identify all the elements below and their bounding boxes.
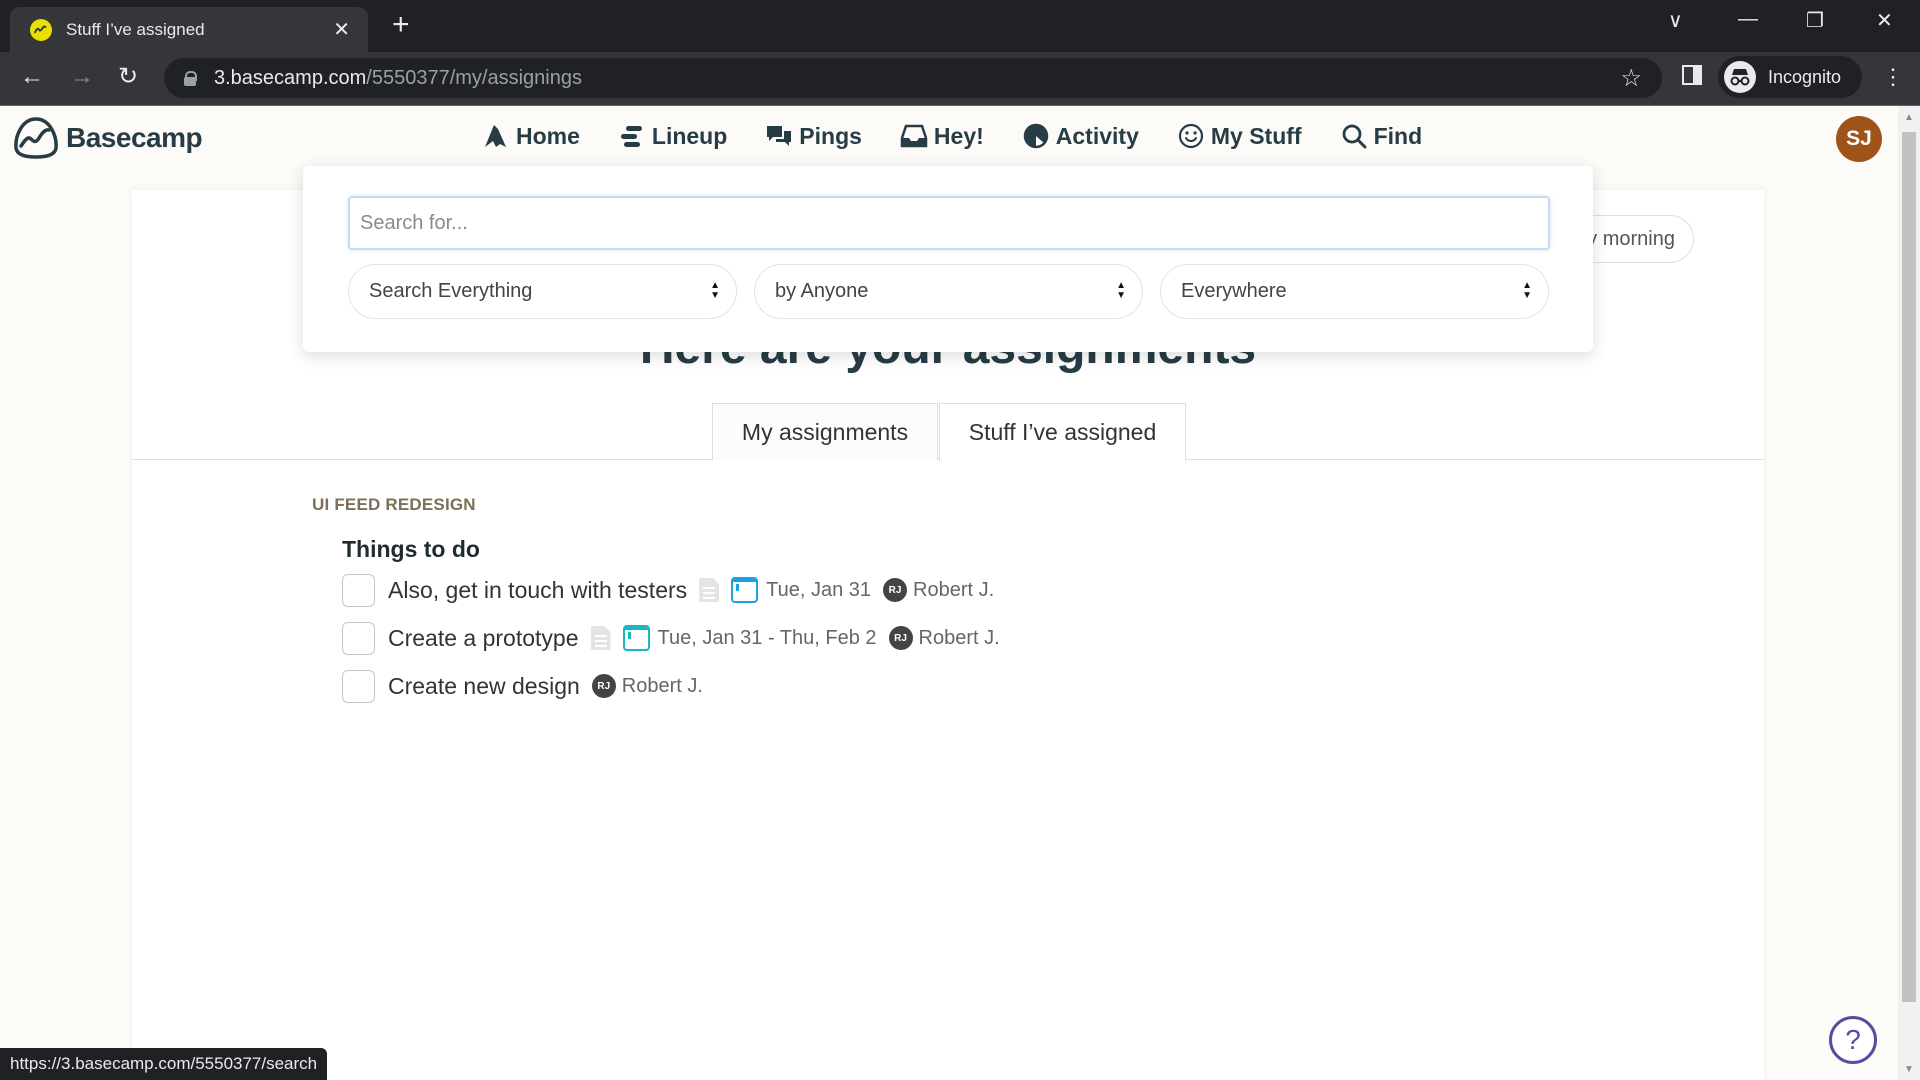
- tab-close-icon[interactable]: ✕: [333, 17, 350, 42]
- incognito-profile-button[interactable]: Incognito: [1718, 56, 1862, 98]
- todo-checkbox[interactable]: [342, 573, 375, 607]
- assignee-avatar: RJ: [883, 578, 908, 602]
- todolist-title[interactable]: Things to do: [342, 536, 480, 563]
- nav-find-label: Find: [1373, 122, 1423, 149]
- browser-tab-strip: Stuff I’ve assigned ✕ + ∨ — ❐ ✕: [0, 0, 1920, 52]
- due-date: Tue, Jan 31 - Thu, Feb 2: [657, 626, 877, 649]
- url-host: 3.basecamp.com: [214, 66, 367, 89]
- user-avatar[interactable]: SJ: [1836, 116, 1882, 162]
- basecamp-favicon-icon: [30, 18, 52, 41]
- incognito-icon: [1724, 61, 1756, 93]
- restore-button[interactable]: ❐: [1806, 8, 1824, 33]
- assignee-avatar: RJ: [591, 674, 616, 698]
- search-person-value: by Anyone: [775, 280, 869, 302]
- nav-hey[interactable]: Hey!: [900, 122, 984, 150]
- url-text: 3.basecamp.com/5550377/my/assignings: [214, 67, 582, 90]
- todo-item: Create a prototype Tue, Jan 31 - Thu, Fe…: [342, 618, 1000, 658]
- home-icon: [485, 125, 506, 147]
- logo-text: Basecamp: [66, 122, 203, 153]
- nav-my-stuff-label: My Stuff: [1210, 122, 1302, 149]
- search-location-select[interactable]: Everywhere ▲ ▼: [1160, 264, 1549, 319]
- search-type-select[interactable]: Search Everything ▲ ▼: [348, 264, 737, 319]
- nav-find[interactable]: Find: [1340, 122, 1423, 150]
- assignee-name: Robert J.: [913, 578, 995, 601]
- address-bar[interactable]: 3.basecamp.com/5550377/my/assignings ☆: [164, 58, 1662, 98]
- calendar-icon: [622, 625, 650, 651]
- minimize-button[interactable]: —: [1738, 8, 1758, 31]
- app-navigation: Basecamp Home Lineup Pings Hey! Activity…: [0, 106, 1898, 170]
- due-date: Tue, Jan 31: [766, 578, 872, 601]
- search-person-select[interactable]: by Anyone ▲ ▼: [754, 264, 1143, 319]
- calendar-icon: [731, 577, 759, 603]
- pings-icon: [767, 126, 792, 146]
- scroll-down-icon[interactable]: ▼: [1904, 1064, 1914, 1075]
- todo-checkbox[interactable]: [342, 621, 375, 655]
- help-button[interactable]: ?: [1829, 1016, 1877, 1064]
- select-arrows-icon: ▲ ▼: [1116, 280, 1126, 301]
- nav-hey-label: Hey!: [933, 122, 984, 149]
- nav-pings-label: Pings: [799, 122, 862, 149]
- tab-stuff-ive-assigned[interactable]: Stuff I’ve assigned: [939, 403, 1186, 461]
- back-button[interactable]: ←: [20, 62, 44, 92]
- search-icon: [1342, 124, 1367, 149]
- close-window-button[interactable]: ✕: [1876, 8, 1893, 33]
- project-name[interactable]: UI FEED REDESIGN: [312, 495, 476, 515]
- nav-lineup[interactable]: Lineup: [618, 122, 727, 150]
- search-location-value: Everywhere: [1181, 280, 1287, 302]
- forward-button[interactable]: →: [70, 62, 94, 92]
- hey-icon: [900, 124, 928, 148]
- nav-my-stuff[interactable]: My Stuff: [1177, 122, 1302, 150]
- tab-search-icon[interactable]: ∨: [1668, 8, 1683, 33]
- lock-icon: [184, 71, 197, 86]
- todo-title[interactable]: Create new design: [388, 673, 580, 700]
- link-status-bar: https://3.basecamp.com/5550377/search: [0, 1048, 328, 1080]
- nav-lineup-label: Lineup: [651, 122, 728, 149]
- tab-my-assignments[interactable]: My assignments: [712, 403, 938, 460]
- nav-activity[interactable]: Activity: [1022, 122, 1139, 150]
- nav-activity-label: Activity: [1055, 122, 1139, 149]
- nav-home-label: Home: [516, 122, 580, 149]
- basecamp-logo-icon: [14, 117, 58, 159]
- browser-menu-icon[interactable]: ⋮: [1882, 62, 1904, 92]
- tab-title: Stuff I’ve assigned: [66, 19, 205, 39]
- browser-toolbar: ← → ↻ 3.basecamp.com/5550377/my/assignin…: [0, 52, 1920, 106]
- browser-tab[interactable]: Stuff I’ve assigned ✕: [10, 7, 368, 52]
- notes-icon: [699, 578, 720, 602]
- incognito-label: Incognito: [1768, 66, 1842, 87]
- activity-icon: [1023, 123, 1049, 149]
- todo-checkbox[interactable]: [342, 669, 375, 703]
- search-type-value: Search Everything: [369, 280, 533, 302]
- page-scrollbar[interactable]: ▲ ▼: [1898, 106, 1920, 1080]
- url-path: /5550377/my/assignings: [366, 66, 582, 89]
- notes-icon: [590, 626, 611, 650]
- scrollbar-thumb[interactable]: [1902, 132, 1916, 1002]
- reload-button[interactable]: ↻: [118, 62, 138, 92]
- basecamp-logo[interactable]: Basecamp: [12, 116, 203, 160]
- scroll-up-icon[interactable]: ▲: [1904, 112, 1914, 123]
- search-input[interactable]: [348, 196, 1550, 250]
- bookmark-star-icon[interactable]: ☆: [1620, 64, 1642, 93]
- nav-home[interactable]: Home: [482, 122, 580, 150]
- assignee-name: Robert J.: [918, 626, 1000, 649]
- todo-title[interactable]: Create a prototype: [388, 625, 579, 652]
- my-stuff-icon: [1178, 123, 1203, 149]
- assignee-avatar: RJ: [888, 626, 913, 650]
- todo-item: Create new design RJ Robert J.: [342, 666, 703, 706]
- todo-title[interactable]: Also, get in touch with testers: [388, 577, 687, 604]
- lineup-icon: [620, 126, 642, 147]
- select-arrows-icon: ▲ ▼: [710, 280, 720, 301]
- new-tab-button[interactable]: +: [392, 10, 410, 40]
- assignee-name: Robert J.: [621, 674, 703, 697]
- side-panel-icon[interactable]: [1682, 65, 1702, 85]
- select-arrows-icon: ▲ ▼: [1522, 280, 1532, 301]
- todo-item: Also, get in touch with testers Tue, Jan…: [342, 570, 994, 610]
- assignment-tabs: My assignments Stuff I’ve assigned: [132, 403, 1764, 461]
- nav-pings[interactable]: Pings: [765, 122, 862, 150]
- search-popover: Search Everything ▲▼ by Anyone ▲▼ Everyw…: [303, 166, 1593, 352]
